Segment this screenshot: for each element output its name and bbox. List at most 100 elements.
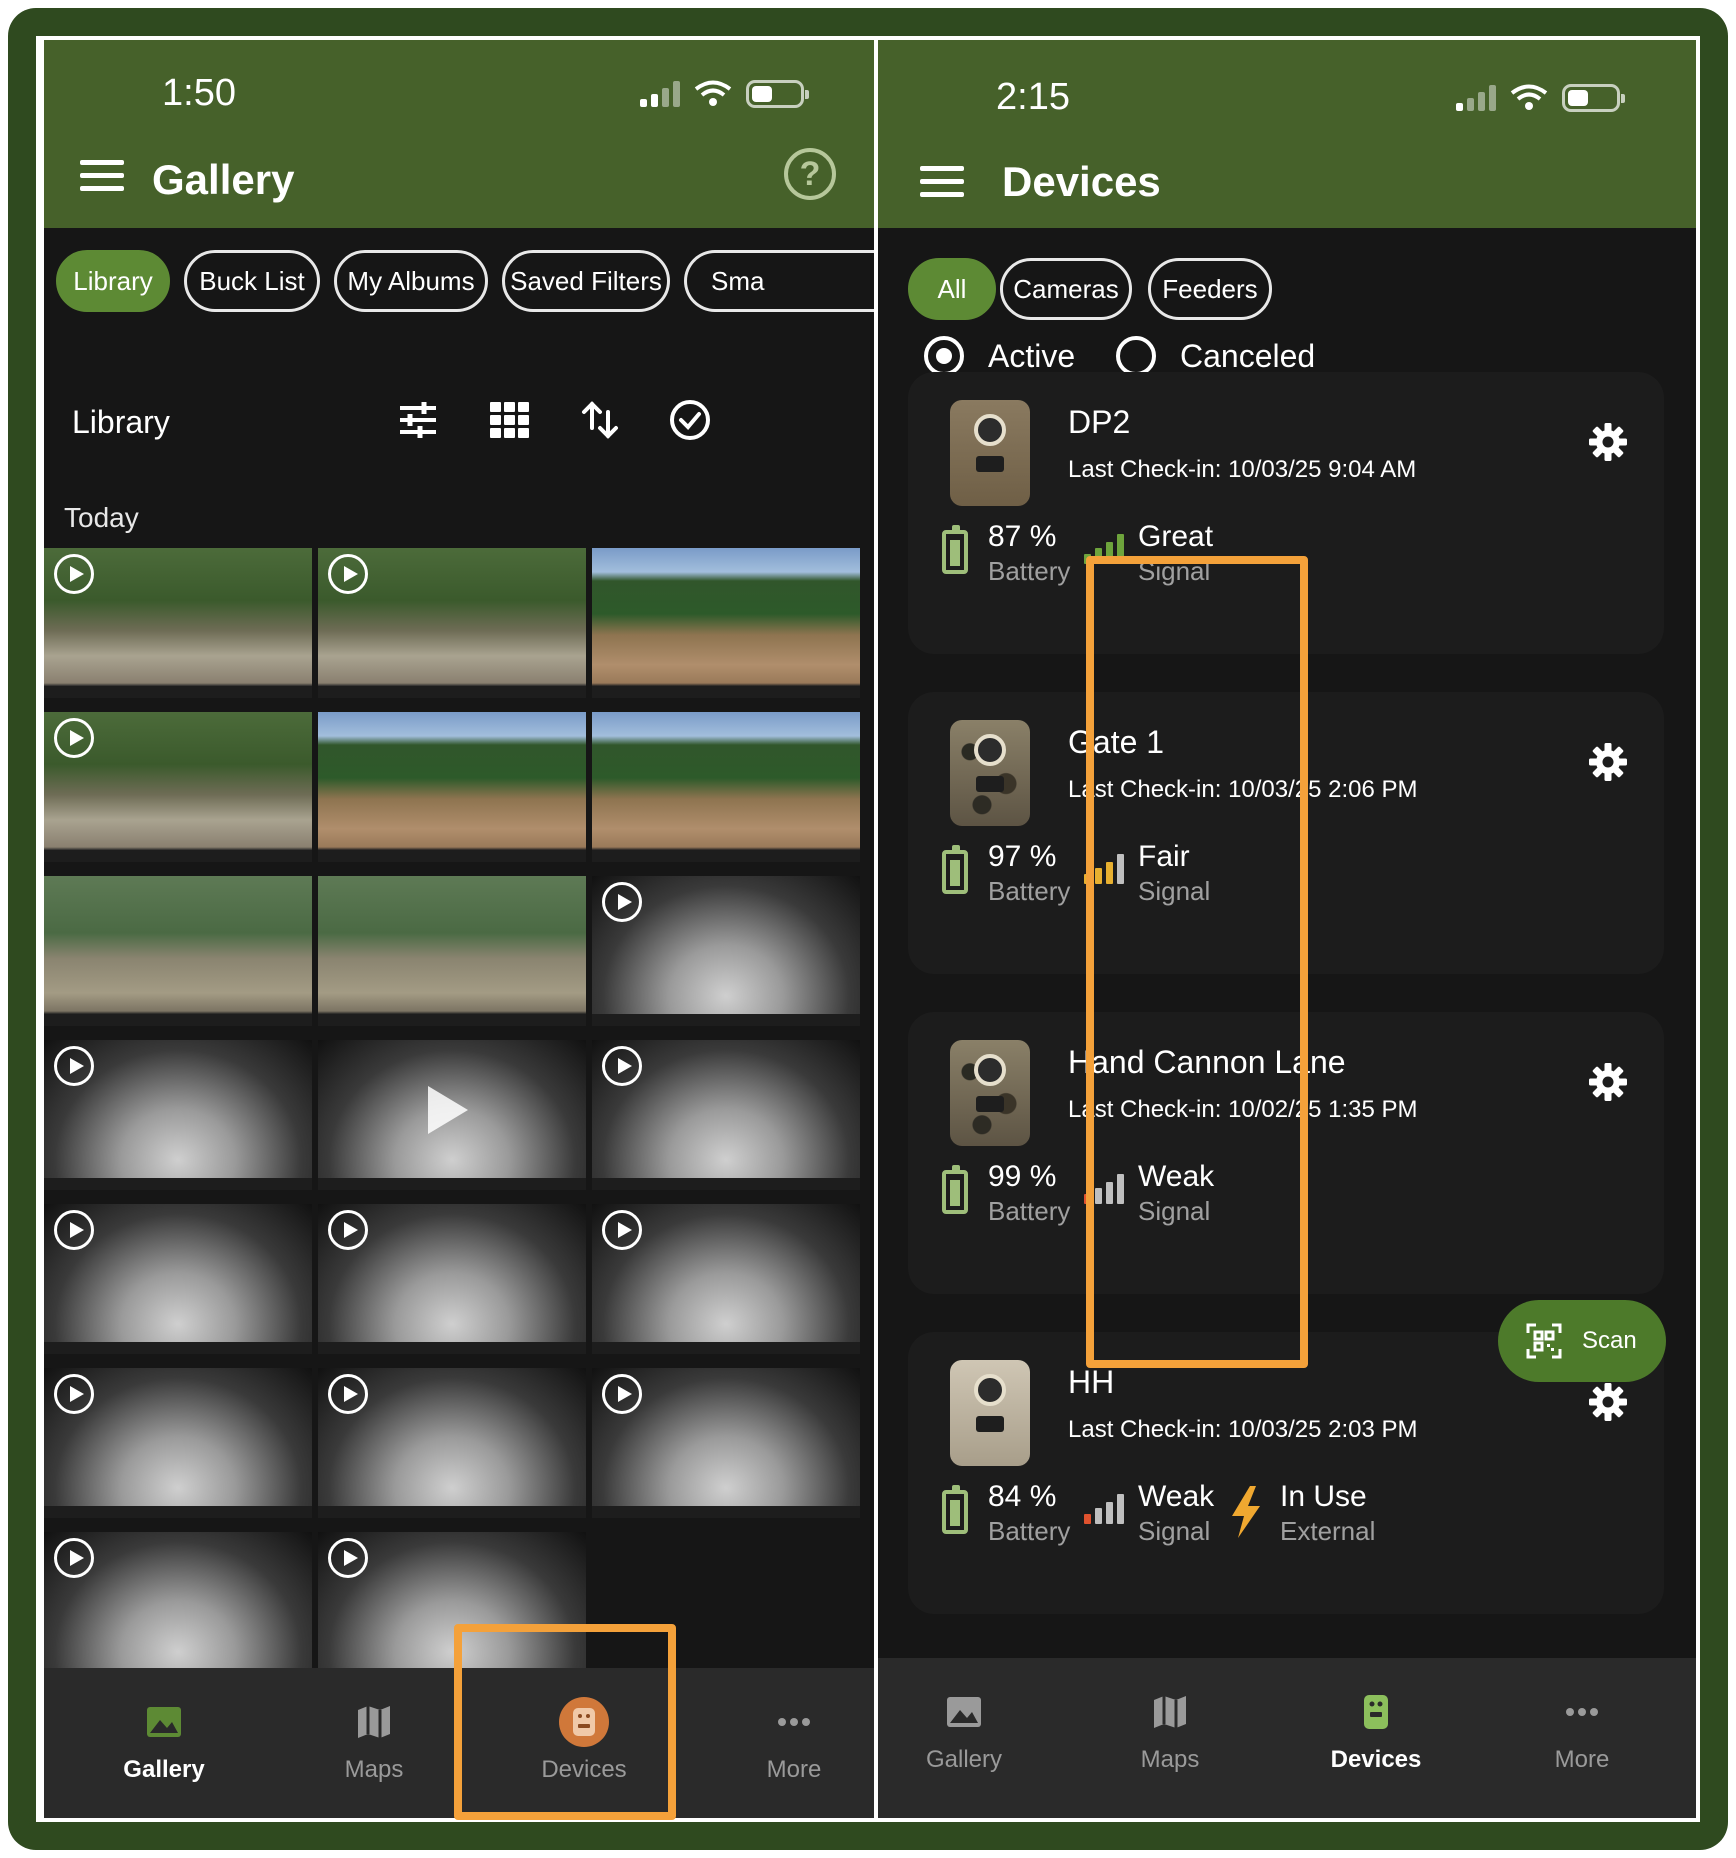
chip-my-albums[interactable]: My Albums <box>334 250 488 312</box>
map-icon <box>358 1706 390 1738</box>
photo-thumbnail[interactable] <box>592 1040 860 1190</box>
library-label: Library <box>72 404 170 440</box>
photo-thumbnail[interactable] <box>592 876 860 1026</box>
video-play-icon <box>602 1046 642 1086</box>
battery-icon <box>942 845 968 894</box>
video-play-icon <box>328 554 368 594</box>
nav-label-gallery: Gallery <box>925 1746 1003 1773</box>
radio-label-canceled: Canceled <box>1180 338 1316 374</box>
battery-percent: 99 % <box>988 1160 1057 1193</box>
nav-label-devices: Devices <box>1330 1746 1422 1773</box>
sort-icon[interactable] <box>578 398 622 442</box>
photo-thumbnail[interactable] <box>318 548 586 698</box>
video-play-icon <box>328 1210 368 1250</box>
cellular-signal-icon <box>640 81 680 107</box>
play-overlay-icon <box>428 1086 468 1134</box>
gear-icon[interactable] <box>1588 1382 1628 1422</box>
device-name: DP2 <box>1068 404 1131 440</box>
device-name: HH <box>1068 1364 1115 1400</box>
chip-buck-list[interactable]: Buck List <box>184 250 320 312</box>
radio-canceled[interactable] <box>1116 336 1156 376</box>
video-play-icon <box>602 1210 642 1250</box>
photo-thumbnail[interactable] <box>592 712 860 862</box>
gear-icon[interactable] <box>1588 742 1628 782</box>
scan-label: Scan <box>1582 1327 1637 1354</box>
grid-view-icon[interactable] <box>488 398 532 442</box>
nav-gallery[interactable]: Gallery <box>84 1668 244 1818</box>
video-play-icon <box>328 1374 368 1414</box>
nav-more[interactable]: More <box>1502 1658 1662 1808</box>
photo-thumbnail[interactable] <box>44 1204 312 1354</box>
photo-thumbnail[interactable] <box>44 548 312 698</box>
nav-label-maps: Maps <box>1140 1746 1200 1773</box>
nav-gallery[interactable]: Gallery <box>884 1658 1044 1808</box>
video-play-icon <box>602 882 642 922</box>
status-icons <box>1456 84 1625 112</box>
battery-percent: 84 % <box>988 1480 1057 1513</box>
power-source-label: External <box>1280 1516 1376 1546</box>
nav-maps[interactable]: Maps <box>294 1668 454 1818</box>
nav-devices[interactable]: Devices <box>1296 1658 1456 1808</box>
gallery-screen: 1:50 Gallery ? Library Buck List My Albu… <box>44 40 874 1818</box>
nav-maps[interactable]: Maps <box>1090 1658 1250 1808</box>
video-play-icon <box>602 1374 642 1414</box>
lightning-bolt-icon <box>1232 1486 1260 1538</box>
photo-thumbnail[interactable] <box>44 876 312 1026</box>
photo-thumbnail[interactable] <box>318 712 586 862</box>
gear-icon[interactable] <box>1588 422 1628 462</box>
gallery-icon <box>147 1707 181 1737</box>
gear-icon[interactable] <box>1588 1062 1628 1102</box>
photo-thumbnail[interactable] <box>44 1040 312 1190</box>
status-icons <box>640 80 809 108</box>
video-play-icon <box>54 718 94 758</box>
battery-percent: 87 % <box>988 520 1057 553</box>
video-play-icon <box>54 1538 94 1578</box>
wifi-icon <box>694 80 732 106</box>
bottom-nav: Gallery Maps Devices More <box>878 1658 1696 1818</box>
video-play-icon <box>54 1046 94 1086</box>
chip-saved-filters[interactable]: Saved Filters <box>502 250 670 312</box>
radio-active[interactable] <box>924 336 964 376</box>
trail-camera-image <box>950 720 1030 826</box>
map-icon <box>1154 1696 1186 1728</box>
scan-button[interactable]: Scan <box>1498 1300 1666 1382</box>
more-dots-icon <box>1566 1708 1598 1716</box>
chip-cameras[interactable]: Cameras <box>1000 258 1132 320</box>
gallery-header: 1:50 Gallery ? <box>44 40 874 228</box>
photo-thumbnail[interactable] <box>592 1368 860 1518</box>
device-camera-icon <box>1364 1695 1388 1729</box>
photo-thumbnail[interactable] <box>44 1368 312 1518</box>
chip-library[interactable]: Library <box>56 250 170 312</box>
nav-label-maps: Maps <box>344 1756 404 1783</box>
section-label-today: Today <box>64 502 139 533</box>
filter-sliders-icon[interactable] <box>396 398 440 442</box>
qr-scan-icon <box>1526 1323 1562 1359</box>
chip-all[interactable]: All <box>908 258 996 320</box>
gallery-icon <box>947 1697 981 1727</box>
select-check-icon[interactable] <box>668 398 712 442</box>
nav-more[interactable]: More <box>714 1668 874 1818</box>
photo-thumbnail[interactable] <box>44 712 312 862</box>
nav-label-gallery: Gallery <box>123 1756 205 1783</box>
power-status: In Use <box>1280 1480 1367 1513</box>
video-play-icon <box>54 554 94 594</box>
wifi-icon <box>1510 84 1548 110</box>
photo-thumbnail[interactable] <box>318 1040 586 1190</box>
battery-icon <box>942 1485 968 1534</box>
radio-label-active: Active <box>988 338 1076 374</box>
signal-quality: Weak <box>1138 1480 1215 1513</box>
chip-smart[interactable]: Sma <box>684 250 874 312</box>
photo-thumbnail[interactable] <box>318 1204 586 1354</box>
status-time: 2:15 <box>996 76 1070 118</box>
photo-thumbnail[interactable] <box>592 548 860 698</box>
chip-feeders[interactable]: Feeders <box>1148 258 1272 320</box>
photo-thumbnail[interactable] <box>44 1532 312 1682</box>
photo-thumbnail[interactable] <box>318 1368 586 1518</box>
menu-icon[interactable] <box>80 160 124 192</box>
help-icon[interactable]: ? <box>784 148 836 200</box>
menu-icon[interactable] <box>920 166 964 198</box>
signal-quality: Great <box>1138 520 1214 553</box>
trail-camera-image <box>950 1040 1030 1146</box>
photo-thumbnail[interactable] <box>592 1204 860 1354</box>
photo-thumbnail[interactable] <box>318 876 586 1026</box>
